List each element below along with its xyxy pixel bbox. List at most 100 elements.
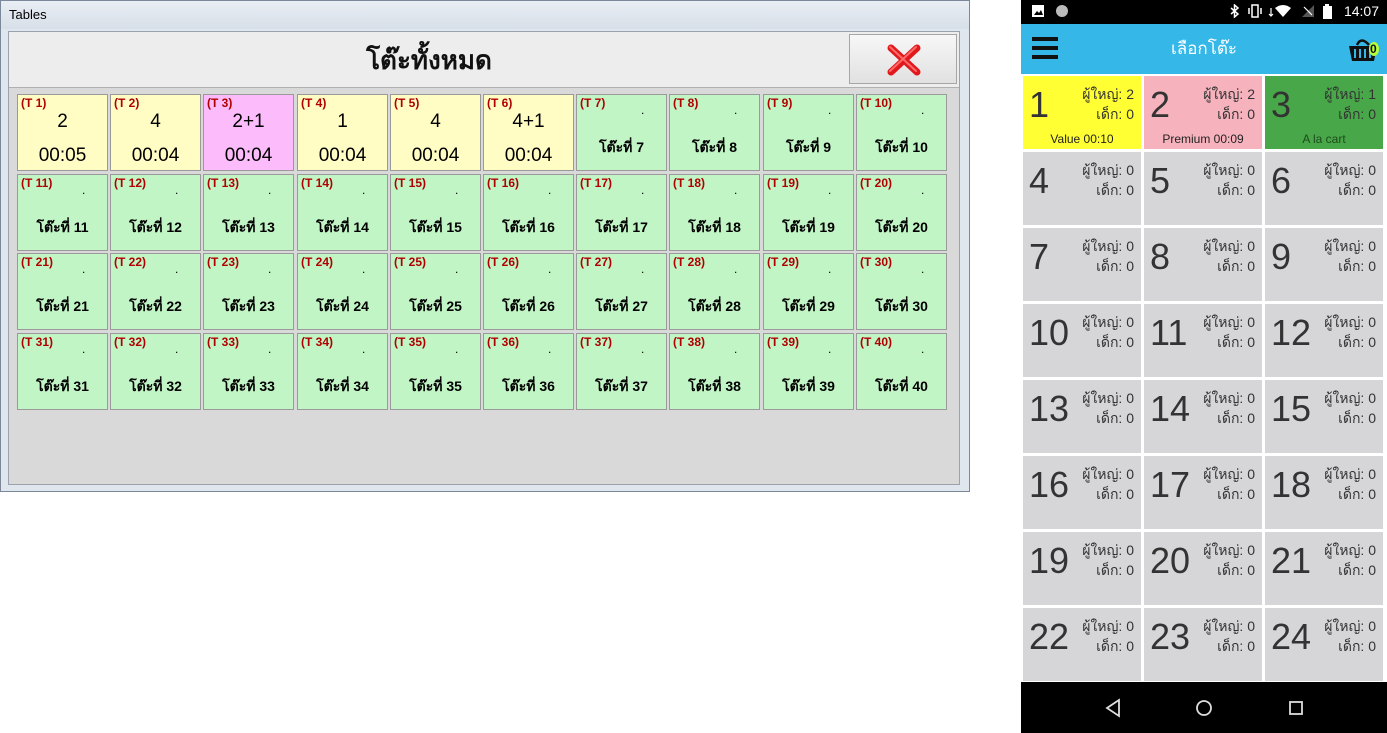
child-count: เด็ก: 0: [1338, 182, 1376, 198]
table-name: โต๊ะที่ 21: [36, 298, 89, 314]
home-icon[interactable]: [1195, 698, 1213, 718]
table-cell[interactable]: (T 9). โต๊ะที่ 9: [763, 94, 854, 171]
table-dot: .: [175, 342, 179, 356]
adult-count: ผู้ใหญ่: 0: [1203, 162, 1255, 178]
table-cell[interactable]: (T 39). โต๊ะที่ 39: [763, 333, 854, 410]
table-cell[interactable]: (T 12). โต๊ะที่ 12: [110, 174, 201, 251]
table-tile[interactable]: 2 ผู้ใหญ่: 2 เด็ก: 0 Premium 00:09: [1144, 76, 1262, 149]
table-cell[interactable]: (T 7). โต๊ะที่ 7: [576, 94, 667, 171]
basket-button[interactable]: 0: [1347, 33, 1381, 65]
table-cell[interactable]: (T 29). โต๊ะที่ 29: [763, 253, 854, 330]
table-tile[interactable]: 22 ผู้ใหญ่: 0 เด็ก: 0: [1023, 608, 1141, 681]
close-icon: [887, 44, 921, 76]
table-cell[interactable]: (T 23). โต๊ะที่ 23: [203, 253, 294, 330]
table-tile[interactable]: 14 ผู้ใหญ่: 0 เด็ก: 0: [1144, 380, 1262, 453]
table-cell[interactable]: (T 6) 4+1 00:04: [483, 94, 574, 171]
table-cell[interactable]: (T 40). โต๊ะที่ 40: [856, 333, 947, 410]
adult-count: ผู้ใหญ่: 0: [1203, 390, 1255, 406]
table-tile[interactable]: 19 ผู้ใหญ่: 0 เด็ก: 0: [1023, 532, 1141, 605]
table-name: โต๊ะที่ 16: [502, 219, 555, 235]
table-cell[interactable]: (T 22). โต๊ะที่ 22: [110, 253, 201, 330]
table-cell[interactable]: (T 26). โต๊ะที่ 26: [483, 253, 574, 330]
table-cell[interactable]: (T 14). โต๊ะที่ 14: [297, 174, 388, 251]
table-cell[interactable]: (T 10). โต๊ะที่ 10: [856, 94, 947, 171]
table-cell[interactable]: (T 21). โต๊ะที่ 21: [17, 253, 108, 330]
child-count: เด็ก: 0: [1217, 638, 1255, 654]
table-tile[interactable]: 16 ผู้ใหญ่: 0 เด็ก: 0: [1023, 456, 1141, 529]
table-cell[interactable]: (T 30). โต๊ะที่ 30: [856, 253, 947, 330]
table-cell[interactable]: (T 13). โต๊ะที่ 13: [203, 174, 294, 251]
table-code-label: (T 20): [860, 176, 893, 190]
table-code-label: (T 8): [673, 96, 699, 110]
table-code-label: (T 29): [767, 255, 800, 269]
table-cell[interactable]: (T 17). โต๊ะที่ 17: [576, 174, 667, 251]
table-dot: .: [548, 183, 552, 197]
table-cell[interactable]: (T 5) 4 00:04: [390, 94, 481, 171]
table-name: โต๊ะที่ 7: [598, 139, 645, 155]
table-cell[interactable]: (T 15). โต๊ะที่ 15: [390, 174, 481, 251]
table-tile[interactable]: 3 ผู้ใหญ่: 1 เด็ก: 0 A la cart: [1265, 76, 1383, 149]
table-dot: .: [362, 342, 366, 356]
table-tile[interactable]: 20 ผู้ใหญ่: 0 เด็ก: 0: [1144, 532, 1262, 605]
package-label: Premium 00:09: [1162, 132, 1244, 146]
table-tile[interactable]: 9 ผู้ใหญ่: 0 เด็ก: 0: [1265, 228, 1383, 301]
table-cell[interactable]: (T 37). โต๊ะที่ 37: [576, 333, 667, 410]
close-button[interactable]: [849, 34, 957, 84]
table-dot: .: [455, 183, 459, 197]
table-cell[interactable]: (T 27). โต๊ะที่ 27: [576, 253, 667, 330]
table-tile[interactable]: 23 ผู้ใหญ่: 0 เด็ก: 0: [1144, 608, 1262, 681]
table-tile[interactable]: 5 ผู้ใหญ่: 0 เด็ก: 0: [1144, 152, 1262, 225]
child-count: เด็ก: 0: [1096, 182, 1134, 198]
adult-count: ผู้ใหญ่: 0: [1082, 390, 1134, 406]
table-tile[interactable]: 10 ผู้ใหญ่: 0 เด็ก: 0: [1023, 304, 1141, 377]
tile-number: 21: [1271, 540, 1312, 581]
table-cell[interactable]: (T 38). โต๊ะที่ 38: [669, 333, 760, 410]
table-tile[interactable]: 24 ผู้ใหญ่: 0 เด็ก: 0: [1265, 608, 1383, 681]
adult-count: ผู้ใหญ่: 0: [1082, 238, 1134, 254]
table-tile[interactable]: 4 ผู้ใหญ่: 0 เด็ก: 0: [1023, 152, 1141, 225]
table-dot: .: [828, 262, 832, 276]
table-tile[interactable]: 21 ผู้ใหญ่: 0 เด็ก: 0: [1265, 532, 1383, 605]
table-cell[interactable]: (T 20). โต๊ะที่ 20: [856, 174, 947, 251]
table-tile[interactable]: 1 ผู้ใหญ่: 2 เด็ก: 0 Value 00:10: [1023, 76, 1141, 149]
table-cell[interactable]: (T 16). โต๊ะที่ 16: [483, 174, 574, 251]
back-icon[interactable]: [1104, 698, 1122, 718]
table-cell[interactable]: (T 4) 1 00:04: [297, 94, 388, 171]
table-cell[interactable]: (T 2) 4 00:04: [110, 94, 201, 171]
recents-icon[interactable]: [1287, 698, 1305, 718]
table-tile[interactable]: 11 ผู้ใหญ่: 0 เด็ก: 0: [1144, 304, 1262, 377]
table-elapsed-time: 00:04: [504, 145, 553, 166]
table-tile[interactable]: 18 ผู้ใหญ่: 0 เด็ก: 0: [1265, 456, 1383, 529]
table-cell[interactable]: (T 11). โต๊ะที่ 11: [17, 174, 108, 251]
table-tile[interactable]: 7 ผู้ใหญ่: 0 เด็ก: 0: [1023, 228, 1141, 301]
table-cell[interactable]: (T 33). โต๊ะที่ 33: [203, 333, 294, 410]
table-cell[interactable]: (T 3) 2+1 00:04: [203, 94, 294, 171]
table-cell[interactable]: (T 18). โต๊ะที่ 18: [669, 174, 760, 251]
table-tile[interactable]: 15 ผู้ใหญ่: 0 เด็ก: 0: [1265, 380, 1383, 453]
table-cell[interactable]: (T 1) 2 00:05: [17, 94, 108, 171]
table-cell[interactable]: (T 19). โต๊ะที่ 19: [763, 174, 854, 251]
adult-count: ผู้ใหญ่: 0: [1324, 542, 1376, 558]
table-cell[interactable]: (T 35). โต๊ะที่ 35: [390, 333, 481, 410]
table-tile[interactable]: 13 ผู้ใหญ่: 0 เด็ก: 0: [1023, 380, 1141, 453]
table-tile[interactable]: 6 ผู้ใหญ่: 0 เด็ก: 0: [1265, 152, 1383, 225]
child-count: เด็ก: 0: [1217, 258, 1255, 274]
table-tile[interactable]: 12 ผู้ใหญ่: 0 เด็ก: 0: [1265, 304, 1383, 377]
table-tile[interactable]: 17 ผู้ใหญ่: 0 เด็ก: 0: [1144, 456, 1262, 529]
table-guest-count: 2+1: [232, 111, 265, 132]
table-cell[interactable]: (T 8). โต๊ะที่ 8: [669, 94, 760, 171]
table-cell[interactable]: (T 24). โต๊ะที่ 24: [297, 253, 388, 330]
table-cell[interactable]: (T 34). โต๊ะที่ 34: [297, 333, 388, 410]
window-client: โต๊ะทั้งหมด (T 1) 2 00:05 (T 2) 4 00:04 (T 3) 2…: [8, 31, 960, 485]
table-cell[interactable]: (T 36). โต๊ะที่ 36: [483, 333, 574, 410]
table-name: โต๊ะที่ 19: [782, 219, 835, 235]
table-cell[interactable]: (T 32). โต๊ะที่ 32: [110, 333, 201, 410]
tile-number: 5: [1150, 160, 1171, 201]
tile-number: 3: [1271, 84, 1292, 125]
child-count: เด็ก: 0: [1096, 106, 1134, 122]
table-tile[interactable]: 8 ผู้ใหญ่: 0 เด็ก: 0: [1144, 228, 1262, 301]
table-cell[interactable]: (T 25). โต๊ะที่ 25: [390, 253, 481, 330]
table-cell[interactable]: (T 28). โต๊ะที่ 28: [669, 253, 760, 330]
child-count: เด็ก: 0: [1217, 182, 1255, 198]
table-cell[interactable]: (T 31). โต๊ะที่ 31: [17, 333, 108, 410]
